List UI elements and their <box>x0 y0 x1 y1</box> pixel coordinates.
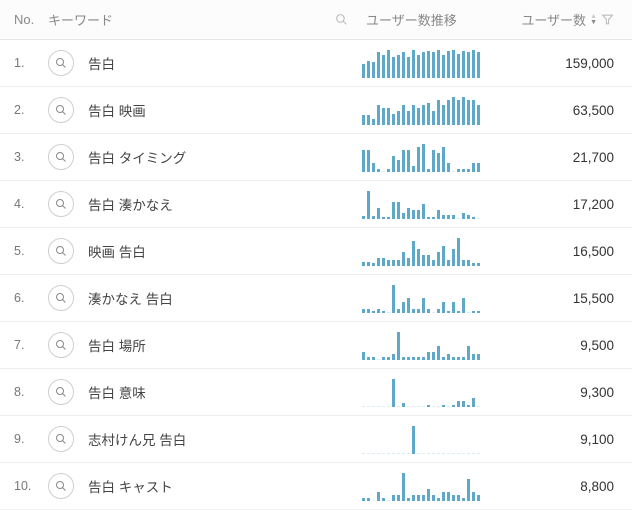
keyword-text: 告白 <box>88 53 115 73</box>
row-no: 3. <box>0 150 48 164</box>
users-cell: 9,300 <box>512 385 632 400</box>
keyword-cell: 湊かなえ 告白 <box>48 285 362 311</box>
search-icon[interactable] <box>48 144 74 170</box>
table-row: 8. 告白 意味 9,300 <box>0 369 632 416</box>
table-row: 4. 告白 湊かなえ 17,200 <box>0 181 632 228</box>
search-icon[interactable] <box>48 238 74 264</box>
table-row: 2. 告白 映画 63,500 <box>0 87 632 134</box>
sparkline <box>362 142 502 172</box>
table-row: 10. 告白 キャスト 8,800 <box>0 463 632 510</box>
search-icon[interactable] <box>48 191 74 217</box>
header-keyword[interactable]: キーワード <box>48 10 362 29</box>
users-cell: 9,500 <box>512 338 632 353</box>
table-row: 1. 告白 159,000 <box>0 40 632 87</box>
keyword-text: 告白 タイミング <box>88 147 186 167</box>
row-no: 1. <box>0 56 48 70</box>
row-no: 9. <box>0 432 48 446</box>
header-users[interactable]: ユーザー数 ▲▼ <box>512 10 632 29</box>
users-cell: 21,700 <box>512 150 632 165</box>
keyword-cell: 告白 場所 <box>48 332 362 358</box>
row-no: 6. <box>0 291 48 305</box>
header-keyword-label: キーワード <box>48 10 335 29</box>
row-no: 10. <box>0 479 48 493</box>
table-row: 3. 告白 タイミング 21,700 <box>0 134 632 181</box>
keyword-text: 告白 湊かなえ <box>88 194 173 214</box>
sparkline <box>362 48 502 78</box>
sparkline <box>362 283 502 313</box>
users-value: 9,500 <box>580 338 614 353</box>
keyword-cell: 告白 <box>48 50 362 76</box>
keyword-text: 告白 場所 <box>88 335 146 355</box>
sparkline <box>362 189 502 219</box>
sort-icon[interactable]: ▲▼ <box>590 14 597 26</box>
sparkline <box>362 95 502 125</box>
sparkline <box>362 377 502 407</box>
users-cell: 15,500 <box>512 291 632 306</box>
search-icon[interactable] <box>48 473 74 499</box>
users-cell: 16,500 <box>512 244 632 259</box>
users-cell: 9,100 <box>512 432 632 447</box>
keyword-text: 湊かなえ 告白 <box>88 288 173 308</box>
filter-icon[interactable] <box>601 13 614 26</box>
table-row: 6. 湊かなえ 告白 15,500 <box>0 275 632 322</box>
table-row: 5. 映画 告白 16,500 <box>0 228 632 275</box>
search-icon[interactable] <box>48 97 74 123</box>
sparkline <box>362 471 502 501</box>
keyword-text: 告白 映画 <box>88 100 146 120</box>
users-value: 9,100 <box>580 432 614 447</box>
row-no: 2. <box>0 103 48 117</box>
users-value: 8,800 <box>580 479 614 494</box>
header-trend[interactable]: ユーザー数推移 <box>362 10 512 29</box>
users-cell: 17,200 <box>512 197 632 212</box>
users-cell: 63,500 <box>512 103 632 118</box>
table-row: 7. 告白 場所 9,500 <box>0 322 632 369</box>
users-value: 15,500 <box>573 291 614 306</box>
table-row: 9. 志村けん兄 告白 9,100 <box>0 416 632 463</box>
search-icon[interactable] <box>48 379 74 405</box>
row-no: 8. <box>0 385 48 399</box>
sparkline <box>362 424 502 454</box>
search-icon[interactable] <box>48 332 74 358</box>
table-header: No. キーワード ユーザー数推移 ユーザー数 ▲▼ <box>0 0 632 40</box>
search-icon[interactable] <box>48 50 74 76</box>
header-no[interactable]: No. <box>0 12 48 27</box>
keyword-text: 志村けん兄 告白 <box>88 429 186 449</box>
keyword-text: 告白 意味 <box>88 382 146 402</box>
keyword-cell: 告白 意味 <box>48 379 362 405</box>
row-no: 5. <box>0 244 48 258</box>
users-cell: 8,800 <box>512 479 632 494</box>
keyword-cell: 告白 キャスト <box>48 473 362 499</box>
users-value: 21,700 <box>573 150 614 165</box>
keyword-cell: 志村けん兄 告白 <box>48 426 362 452</box>
users-value: 9,300 <box>580 385 614 400</box>
keyword-cell: 告白 タイミング <box>48 144 362 170</box>
row-no: 4. <box>0 197 48 211</box>
users-value: 159,000 <box>565 56 614 71</box>
keyword-cell: 告白 映画 <box>48 97 362 123</box>
row-no: 7. <box>0 338 48 352</box>
header-users-label: ユーザー数 <box>521 10 586 29</box>
keyword-text: 映画 告白 <box>88 241 146 261</box>
search-icon[interactable] <box>335 13 348 26</box>
users-cell: 159,000 <box>512 56 632 71</box>
sparkline <box>362 236 502 266</box>
search-icon[interactable] <box>48 285 74 311</box>
sparkline <box>362 330 502 360</box>
keyword-cell: 映画 告白 <box>48 238 362 264</box>
search-icon[interactable] <box>48 426 74 452</box>
users-value: 63,500 <box>573 103 614 118</box>
keyword-cell: 告白 湊かなえ <box>48 191 362 217</box>
users-value: 16,500 <box>573 244 614 259</box>
keyword-text: 告白 キャスト <box>88 476 173 496</box>
users-value: 17,200 <box>573 197 614 212</box>
